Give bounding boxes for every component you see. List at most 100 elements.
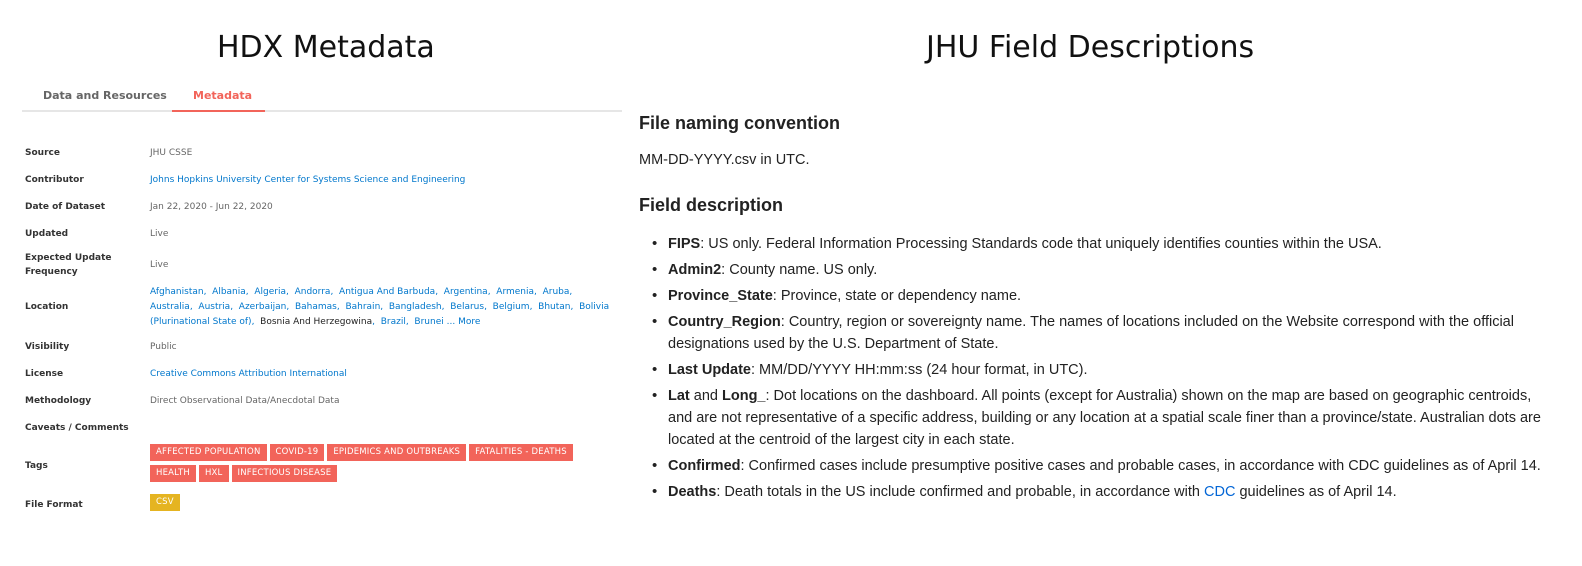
file-format-label: File Format bbox=[25, 500, 83, 510]
contributor-link[interactable]: Johns Hopkins University Center for Syst… bbox=[150, 175, 465, 185]
location-separator: , bbox=[330, 287, 340, 297]
tags-label: Tags bbox=[25, 461, 48, 471]
location-link[interactable]: Aruba bbox=[543, 287, 570, 297]
field-name: Long_ bbox=[722, 388, 766, 404]
field-description-text: : Death totals in the US include confirm… bbox=[716, 484, 1204, 500]
license-link[interactable]: Creative Commons Attribution Internation… bbox=[150, 369, 347, 379]
field-name: Last Update bbox=[668, 362, 751, 378]
source-value: JHU CSSE bbox=[150, 148, 193, 158]
field-connector: and bbox=[689, 388, 722, 404]
location-link[interactable]: Antigua And Barbuda bbox=[339, 287, 435, 297]
location-separator: , bbox=[569, 287, 576, 297]
methodology-value: Direct Observational Data/Anecdotal Data bbox=[150, 396, 340, 406]
contributor-label: Contributor bbox=[25, 175, 84, 185]
field-name: Province_State bbox=[668, 288, 773, 304]
file-format-badge[interactable]: CSV bbox=[150, 494, 180, 511]
field-description-item: Admin2: County name. US only. bbox=[648, 259, 1553, 281]
update-frequency-value: Live bbox=[150, 260, 169, 270]
location-separator: , bbox=[230, 302, 239, 312]
field-description-item: Last Update: MM/DD/YYYY HH:mm:ss (24 hou… bbox=[648, 359, 1553, 381]
field-description-heading: Field description bbox=[639, 195, 784, 215]
date-of-dataset-label: Date of Dataset bbox=[25, 202, 105, 212]
updated-value: Live bbox=[150, 229, 169, 239]
visibility-label: Visibility bbox=[25, 342, 70, 352]
location-label: Location bbox=[25, 302, 69, 312]
tab-metadata[interactable]: Metadata bbox=[193, 89, 252, 102]
field-description-text: : County name. US only. bbox=[721, 262, 878, 278]
field-name: Admin2 bbox=[668, 262, 722, 278]
location-separator: , bbox=[570, 302, 580, 312]
location-link[interactable]: Brazil bbox=[381, 317, 406, 327]
location-separator: , bbox=[435, 287, 444, 297]
location-link[interactable]: Afghanistan bbox=[150, 287, 204, 297]
location-separator: , bbox=[286, 302, 295, 312]
visibility-value: Public bbox=[150, 342, 177, 352]
location-more-link[interactable]: ... More bbox=[447, 317, 481, 327]
date-of-dataset-value: Jan 22, 2020 - Jun 22, 2020 bbox=[150, 202, 273, 212]
location-link[interactable]: Bahrain bbox=[345, 302, 380, 312]
location-link[interactable]: Algeria bbox=[254, 287, 286, 297]
tag-badge[interactable]: INFECTIOUS DISEASE bbox=[231, 465, 338, 482]
field-name: Confirmed bbox=[668, 458, 741, 474]
field-description-item: Country_Region: Country, region or sover… bbox=[648, 311, 1553, 355]
field-name: Country_Region bbox=[668, 314, 781, 330]
field-description-text: : Country, region or sovereignty name. T… bbox=[668, 314, 1514, 352]
location-link[interactable]: Bosnia And Herzegowina bbox=[260, 317, 372, 327]
cdc-link[interactable]: CDC bbox=[1204, 484, 1235, 500]
tag-badge[interactable]: HXL bbox=[198, 465, 229, 482]
field-description-item: Province_State: Province, state or depen… bbox=[648, 285, 1553, 307]
field-description-text: : Province, state or dependency name. bbox=[772, 288, 1022, 304]
source-label: Source bbox=[25, 148, 60, 158]
location-link[interactable]: Bahamas bbox=[295, 302, 337, 312]
field-description-text: guidelines as of April 14. bbox=[1235, 484, 1397, 500]
tag-badge[interactable]: AFFECTED POPULATION bbox=[150, 444, 267, 461]
update-frequency-label: Expected Update Frequency bbox=[25, 253, 112, 277]
location-link[interactable]: Austria bbox=[198, 302, 230, 312]
caveats-label: Caveats / Comments bbox=[25, 423, 129, 433]
updated-label: Updated bbox=[25, 229, 69, 239]
hdx-metadata-title: HDX Metadata bbox=[217, 30, 435, 65]
location-link[interactable]: Armenia bbox=[496, 287, 534, 297]
field-description-text: : MM/DD/YYYY HH:mm:ss (24 hour format, i… bbox=[751, 362, 1088, 378]
location-link[interactable]: Belarus bbox=[450, 302, 484, 312]
location-link[interactable]: Bangladesh bbox=[389, 302, 442, 312]
location-separator: , bbox=[380, 302, 389, 312]
license-label: License bbox=[25, 369, 64, 379]
location-link[interactable]: Argentina bbox=[444, 287, 488, 297]
tab-data-and-resources[interactable]: Data and Resources bbox=[43, 89, 167, 102]
field-name: Lat bbox=[668, 388, 690, 404]
location-link[interactable]: Brunei bbox=[414, 317, 443, 327]
tag-badge[interactable]: HEALTH bbox=[150, 465, 196, 482]
field-description-item: Lat and Long_: Dot locations on the dash… bbox=[648, 385, 1553, 451]
location-list: Afghanistan, Albania, Algeria, Andorra, … bbox=[150, 285, 620, 330]
field-name: Deaths bbox=[668, 484, 717, 500]
tab-bar: Data and Resources Metadata bbox=[22, 82, 622, 112]
tag-badge[interactable]: COVID-19 bbox=[269, 444, 325, 461]
location-separator: , bbox=[484, 302, 493, 312]
file-naming-heading: File naming convention bbox=[639, 113, 841, 133]
tag-badge[interactable]: FATALITIES - DEATHS bbox=[469, 444, 573, 461]
location-link[interactable]: Australia bbox=[150, 302, 190, 312]
field-description-text: : US only. Federal Information Processin… bbox=[700, 236, 1382, 252]
location-separator: , bbox=[529, 302, 539, 312]
location-link[interactable]: Bhutan bbox=[538, 302, 570, 312]
location-separator: , bbox=[441, 302, 451, 312]
location-link[interactable]: Azerbaijan bbox=[239, 302, 287, 312]
methodology-label: Methodology bbox=[25, 396, 92, 406]
location-separator: , bbox=[534, 287, 543, 297]
active-tab-indicator bbox=[172, 110, 265, 112]
location-separator: , bbox=[203, 287, 213, 297]
field-description-text: : Dot locations on the dashboard. All po… bbox=[668, 388, 1541, 448]
jhu-field-descriptions-title: JHU Field Descriptions bbox=[926, 30, 1255, 65]
tag-badge[interactable]: EPIDEMICS AND OUTBREAKS bbox=[327, 444, 467, 461]
location-separator: , bbox=[487, 287, 497, 297]
location-link[interactable]: Albania bbox=[212, 287, 246, 297]
location-link[interactable]: Andorra bbox=[295, 287, 331, 297]
field-description-item: Deaths: Death totals in the US include c… bbox=[648, 481, 1553, 503]
field-name: FIPS bbox=[668, 236, 701, 252]
tag-list: AFFECTED POPULATION COVID-19 EPIDEMICS AND… bbox=[150, 444, 620, 486]
location-link[interactable]: Belgium bbox=[493, 302, 530, 312]
location-separator: , bbox=[286, 287, 295, 297]
location-separator: , bbox=[251, 317, 261, 327]
field-description-list: FIPS: US only. Federal Information Proce… bbox=[648, 233, 1553, 507]
